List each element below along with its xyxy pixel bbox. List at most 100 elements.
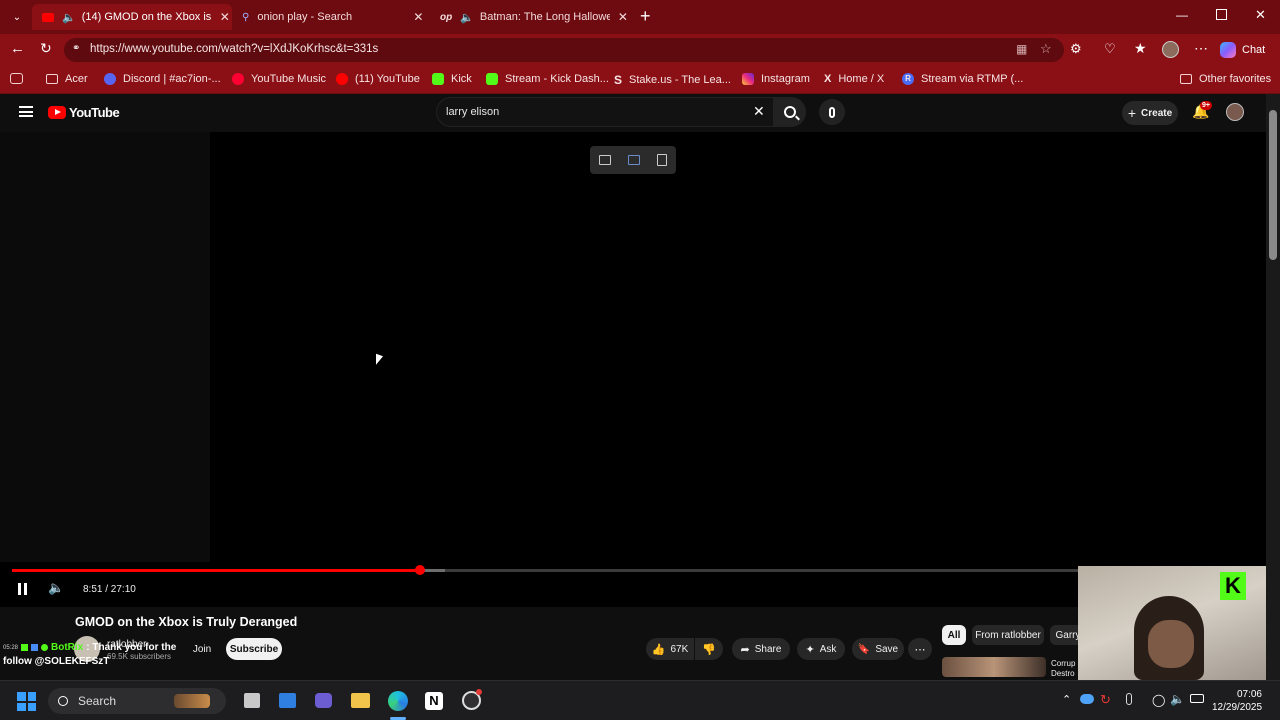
youtube-logo[interactable]: YouTube bbox=[48, 105, 120, 120]
favorite-youtube-music[interactable]: YouTube Music bbox=[232, 73, 326, 85]
teams-meet-icon[interactable] bbox=[315, 693, 332, 708]
search-box[interactable]: larry elison ✕ bbox=[436, 97, 774, 127]
video-title: GMOD on the Xbox is Truly Deranged bbox=[75, 615, 298, 629]
copilot-chat-button[interactable]: Chat bbox=[1220, 39, 1265, 61]
picture-in-picture-icon[interactable] bbox=[598, 155, 611, 165]
account-avatar[interactable] bbox=[1226, 103, 1244, 121]
favorite-discord[interactable]: Discord | #ac7ion-... bbox=[104, 73, 221, 85]
taskbar-search[interactable]: Search bbox=[48, 688, 226, 714]
favorite-acer[interactable]: Acer bbox=[46, 73, 88, 85]
battery-icon[interactable] bbox=[1190, 694, 1204, 703]
chip-from-channel[interactable]: From ratlobber bbox=[972, 625, 1044, 645]
progress-scrubber[interactable] bbox=[414, 565, 425, 575]
favorite-youtube[interactable]: (11) YouTube bbox=[336, 73, 420, 85]
windows-taskbar: Search N ⌃ ↻ ◯ 🔈 07:06 12/29/2025 bbox=[0, 680, 1280, 720]
favorite-label: YouTube Music bbox=[251, 73, 327, 85]
favorite-stream-rtmp[interactable]: R Stream via RTMP (... bbox=[902, 73, 1023, 85]
favorite-label: Instagram bbox=[761, 73, 810, 85]
volume-button[interactable]: 🔈 bbox=[48, 580, 64, 596]
show-hidden-icons[interactable]: ⌃ bbox=[1062, 693, 1071, 706]
video-capture-icon[interactable] bbox=[627, 155, 640, 165]
cloud-sync-icon[interactable] bbox=[1080, 694, 1094, 704]
recommended-thumbnail[interactable] bbox=[942, 657, 1046, 677]
favorite-star-icon[interactable]: ☆ bbox=[1040, 41, 1052, 57]
subscribe-button[interactable]: Subscribe bbox=[226, 638, 282, 660]
voice-search-button[interactable] bbox=[819, 99, 845, 125]
like-button[interactable]: 👍 67K bbox=[646, 638, 694, 660]
page-scrollbar[interactable] bbox=[1266, 94, 1280, 680]
site-info-icon[interactable]: ⚭ bbox=[72, 43, 80, 54]
volume-tray-icon[interactable]: 🔈 bbox=[1170, 692, 1185, 706]
favorite-label: Kick bbox=[451, 73, 472, 85]
notes-icon[interactable] bbox=[657, 154, 668, 166]
collections-icon[interactable] bbox=[10, 73, 23, 84]
speaker-icon[interactable]: 🔈 bbox=[460, 11, 474, 24]
clock-time: 07:06 bbox=[1236, 689, 1262, 700]
clear-search-icon[interactable]: ✕ bbox=[753, 103, 765, 120]
dislike-button[interactable]: 👎 bbox=[695, 638, 723, 660]
close-tab-icon[interactable]: ✕ bbox=[618, 10, 628, 24]
ask-button[interactable]: ✦ Ask bbox=[797, 638, 845, 660]
windows-start-icon[interactable] bbox=[17, 692, 36, 711]
restore-button[interactable] bbox=[1216, 9, 1227, 20]
share-icon: ➦ bbox=[740, 643, 750, 656]
hamburger-menu-icon[interactable] bbox=[19, 106, 33, 117]
refresh-app-icon[interactable]: ↻ bbox=[1100, 692, 1111, 708]
share-button[interactable]: ➦ Share bbox=[732, 638, 790, 660]
save-button[interactable]: 🔖 Save bbox=[852, 638, 904, 660]
refresh-icon[interactable]: ↻ bbox=[40, 40, 52, 57]
recommended-title-line: Destro bbox=[1051, 669, 1075, 678]
minimize-button[interactable]: — bbox=[1176, 8, 1188, 22]
pause-button[interactable] bbox=[17, 583, 29, 595]
new-tab-button[interactable]: + bbox=[640, 6, 651, 27]
more-actions-button[interactable]: ⋯ bbox=[908, 638, 932, 660]
wifi-icon[interactable]: ◯ bbox=[1152, 693, 1165, 707]
favorites-icon[interactable]: ★ bbox=[1134, 40, 1147, 57]
close-tab-icon[interactable]: ✕ bbox=[413, 10, 423, 24]
favorite-label: Home / X bbox=[838, 73, 885, 85]
chip-all[interactable]: All bbox=[942, 625, 966, 645]
folder-icon bbox=[1180, 74, 1192, 84]
recommended-title[interactable]: Corrup Destro bbox=[1051, 659, 1075, 679]
scrollbar-thumb[interactable] bbox=[1269, 110, 1277, 260]
favorite-kick[interactable]: Kick bbox=[432, 73, 472, 85]
browser-essentials-icon[interactable]: ♡ bbox=[1104, 41, 1116, 57]
favorite-kick-dashboard[interactable]: Stream - Kick Dash... bbox=[486, 73, 609, 85]
video-player[interactable]: 🔈 8:51 / 27:10 bbox=[0, 132, 1266, 607]
widgets-icon[interactable] bbox=[279, 693, 296, 708]
edge-browser-icon[interactable] bbox=[388, 691, 408, 711]
tab-youtube-gmod[interactable]: 🔈 (14) GMOD on the Xbox is Tru ✕ bbox=[32, 4, 232, 30]
back-arrow-icon[interactable]: ← bbox=[10, 40, 25, 57]
address-url[interactable]: https://www.youtube.com/watch?v=lXdJKoKr… bbox=[90, 43, 378, 55]
notion-icon[interactable]: N bbox=[425, 692, 443, 710]
kick-icon bbox=[432, 73, 444, 85]
instagram-icon bbox=[742, 73, 754, 85]
join-button[interactable]: Join bbox=[188, 638, 216, 660]
favorite-instagram[interactable]: Instagram bbox=[742, 73, 810, 85]
obs-recording-dot bbox=[476, 689, 482, 695]
favorite-stake[interactable]: S Stake.us - The Lea... bbox=[614, 73, 731, 87]
favorite-x-home[interactable]: X Home / X bbox=[824, 73, 884, 85]
close-tab-icon[interactable]: ✕ bbox=[220, 10, 230, 24]
microphone-tray-icon[interactable] bbox=[1126, 693, 1132, 705]
tab-actions-menu-icon[interactable]: ⌄ bbox=[8, 8, 26, 26]
profile-avatar[interactable] bbox=[1162, 41, 1179, 58]
close-window-button[interactable]: ✕ bbox=[1255, 7, 1266, 23]
clock[interactable]: 07:06 12/29/2025 bbox=[1212, 688, 1262, 714]
tab-onion-play-search[interactable]: ⚲ onion play - Search ✕ bbox=[236, 4, 430, 30]
youtube-logo-text: YouTube bbox=[69, 105, 120, 120]
task-view-icon[interactable] bbox=[244, 693, 260, 708]
app-available-icon[interactable]: ▦ bbox=[1016, 42, 1027, 56]
extensions-icon[interactable]: ⚙ bbox=[1070, 41, 1082, 57]
search-input[interactable]: larry elison bbox=[446, 106, 499, 118]
create-button[interactable]: + Create bbox=[1122, 101, 1178, 125]
address-bar[interactable]: ⚭ https://www.youtube.com/watch?v=lXdJKo… bbox=[64, 38, 1064, 62]
file-explorer-icon[interactable] bbox=[351, 693, 370, 708]
search-button[interactable] bbox=[774, 97, 806, 127]
more-horizontal-icon: ⋯ bbox=[914, 643, 926, 656]
tab-batman[interactable]: op 🔈 Batman: The Long Halloween ✕ bbox=[434, 4, 630, 30]
other-favorites[interactable]: Other favorites bbox=[1180, 73, 1271, 85]
speaker-icon[interactable]: 🔈 bbox=[62, 11, 76, 24]
chat-message: : Thank you for the bbox=[86, 642, 177, 653]
more-options-icon[interactable]: ⋯ bbox=[1194, 40, 1208, 57]
